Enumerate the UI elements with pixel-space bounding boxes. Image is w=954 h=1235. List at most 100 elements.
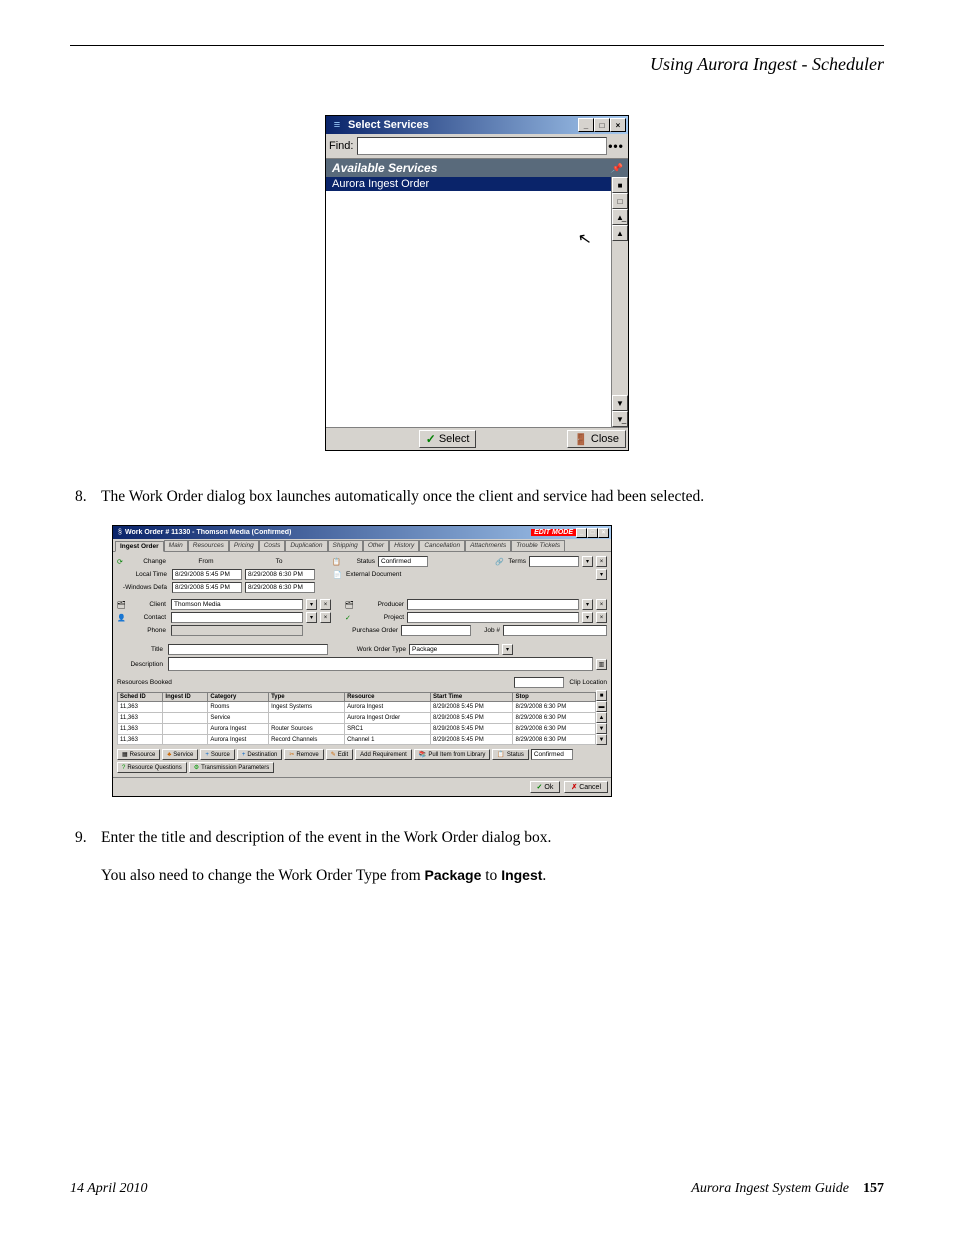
select-services-window: ≡ Select Services _ □ × Find: ••• Availa… [325, 115, 629, 451]
wo-minimize-button[interactable]: _ [576, 528, 587, 538]
rt-btn-2[interactable]: ▬ [596, 701, 607, 712]
table-row[interactable]: 11,363Aurora IngestRecord ChannelsChanne… [118, 734, 596, 745]
resource-questions-button[interactable]: ?Resource Questions [117, 762, 187, 773]
work-order-tabs: Ingest Order Main Resources Pricing Cost… [113, 539, 611, 551]
find-input[interactable] [357, 137, 607, 155]
step-9-line-b: You also need to change the Work Order T… [101, 865, 884, 886]
local-to-input[interactable]: 8/29/2008 6:30 PM [245, 569, 315, 580]
work-order-type-label: Work Order Type [344, 646, 406, 653]
transmission-parameters-button[interactable]: ⚙Transmission Parameters [189, 762, 275, 773]
tab-history[interactable]: History [389, 540, 419, 551]
cancel-button[interactable]: ✗Cancel [564, 781, 608, 793]
wo-window-icon: § [115, 529, 125, 536]
ok-button[interactable]: ✓Ok [530, 781, 561, 793]
producer-clear[interactable]: × [596, 599, 607, 610]
edit-button[interactable]: ✎Edit [326, 749, 353, 760]
side-nav-column: ■ □ ▲̲ ▲ ▼ ▼̲ [611, 177, 628, 427]
tab-ingest-order[interactable]: Ingest Order [115, 541, 164, 552]
side-btn-box[interactable]: □ [612, 193, 628, 209]
more-icon[interactable]: ••• [607, 139, 625, 153]
extdoc-scroll[interactable]: ▾ [596, 569, 607, 580]
destination-button[interactable]: +Destination [237, 749, 283, 760]
service-button[interactable]: ♣Service [162, 749, 198, 760]
project-clear[interactable]: × [596, 612, 607, 623]
tab-costs[interactable]: Costs [259, 540, 286, 551]
work-order-type-dropdown[interactable]: ▾ [502, 644, 513, 655]
producer-input[interactable] [407, 599, 579, 610]
contact-icon: 👤 [117, 614, 127, 622]
project-input[interactable] [407, 612, 579, 623]
tab-other[interactable]: Other [363, 540, 389, 551]
services-empty-area: ↖ [326, 191, 611, 427]
rt-btn-3[interactable]: ▲ [596, 712, 607, 723]
tab-attachments[interactable]: Attachments [465, 540, 511, 551]
rt-btn-4[interactable]: ▼ [596, 723, 607, 734]
title-input[interactable] [168, 644, 328, 655]
side-btn-up[interactable]: ▲ [612, 225, 628, 241]
rt-btn-1[interactable]: ■ [596, 690, 607, 701]
contact-clear[interactable]: × [320, 612, 331, 623]
rt-btn-5[interactable]: ▼ [596, 734, 607, 745]
resources-table: Sched ID Ingest ID Category Type Resourc… [117, 692, 596, 745]
local-from-input[interactable]: 8/29/2008 5:45 PM [172, 569, 242, 580]
close-window-button[interactable]: × [610, 118, 626, 132]
step-9: 9. Enter the title and description of th… [75, 827, 884, 886]
contact-dropdown[interactable]: ▾ [306, 612, 317, 623]
tab-duplication[interactable]: Duplication [285, 540, 327, 551]
side-btn-bottom[interactable]: ▼̲ [612, 411, 628, 427]
table-row[interactable]: 11,363RoomsIngest SystemsAurora Ingest8/… [118, 702, 596, 713]
resource-button[interactable]: ▦Resource [117, 749, 160, 760]
tab-main[interactable]: Main [164, 540, 188, 551]
side-btn-top[interactable]: ▲̲ [612, 209, 628, 225]
wd-to-input[interactable]: 8/29/2008 6:30 PM [245, 582, 315, 593]
tab-shipping[interactable]: Shipping [328, 540, 363, 551]
terms-input[interactable] [529, 556, 579, 567]
wo-close-button[interactable]: × [598, 528, 609, 538]
maximize-button[interactable]: □ [594, 118, 610, 132]
contact-input[interactable] [171, 612, 303, 623]
close-button[interactable]: 🚪 Close [567, 430, 626, 448]
desc-expand[interactable]: ▥ [596, 659, 607, 670]
add-requirement-button[interactable]: Add Requirement [355, 749, 412, 760]
service-item-selected[interactable]: Aurora Ingest Order [326, 177, 611, 191]
available-services-header: Available Services 📌 [326, 159, 628, 177]
services-list: Aurora Ingest Order ↖ [326, 177, 611, 427]
footer-date: 14 April 2010 [70, 1181, 148, 1197]
tab-pricing[interactable]: Pricing [229, 540, 259, 551]
side-btn-square[interactable]: ■ [612, 177, 628, 193]
tab-resources[interactable]: Resources [188, 540, 229, 551]
client-input[interactable]: Thomson Media [171, 599, 303, 610]
status-button[interactable]: 📋Status [492, 749, 529, 760]
table-row[interactable]: 11,363ServiceAurora Ingest Order8/29/200… [118, 713, 596, 724]
pin-icon[interactable]: 📌 [611, 163, 622, 174]
terms-clear[interactable]: × [596, 556, 607, 567]
producer-dropdown[interactable]: ▾ [582, 599, 593, 610]
wo-maximize-button[interactable]: □ [587, 528, 598, 538]
change-label: Change [130, 558, 168, 565]
phone-label: Phone [130, 627, 168, 634]
tab-trouble-tickets[interactable]: Trouble Tickets [511, 540, 565, 551]
remove-button[interactable]: ✂Remove [284, 749, 323, 760]
find-label: Find: [329, 140, 353, 152]
terms-dropdown[interactable]: ▾ [582, 556, 593, 567]
select-button[interactable]: ✓ Select [419, 430, 477, 448]
description-input[interactable] [168, 657, 593, 671]
minimize-button[interactable]: _ [578, 118, 594, 132]
tab-cancellation[interactable]: Cancellation [419, 540, 465, 551]
status-value[interactable]: Confirmed [378, 556, 428, 567]
jobnum-input[interactable] [503, 625, 607, 636]
source-button[interactable]: +Source [200, 749, 235, 760]
side-btn-down[interactable]: ▼ [612, 395, 628, 411]
edit-mode-badge: EDIT MODE [531, 529, 576, 536]
client-dropdown[interactable]: ▾ [306, 599, 317, 610]
wd-from-input[interactable]: 8/29/2008 5:45 PM [172, 582, 242, 593]
purchase-order-input[interactable] [401, 625, 471, 636]
clip-location-input[interactable] [514, 677, 564, 688]
refresh-icon[interactable]: ⟳ [117, 558, 127, 566]
client-clear[interactable]: × [320, 599, 331, 610]
work-order-type-select[interactable]: Package [409, 644, 499, 655]
pull-item-button[interactable]: 📚Pull Item from Library [414, 749, 491, 760]
table-row[interactable]: 11,363Aurora IngestRouter SourcesSRC18/2… [118, 723, 596, 734]
footer-guide: Aurora Ingest System Guide [691, 1181, 849, 1197]
project-dropdown[interactable]: ▾ [582, 612, 593, 623]
